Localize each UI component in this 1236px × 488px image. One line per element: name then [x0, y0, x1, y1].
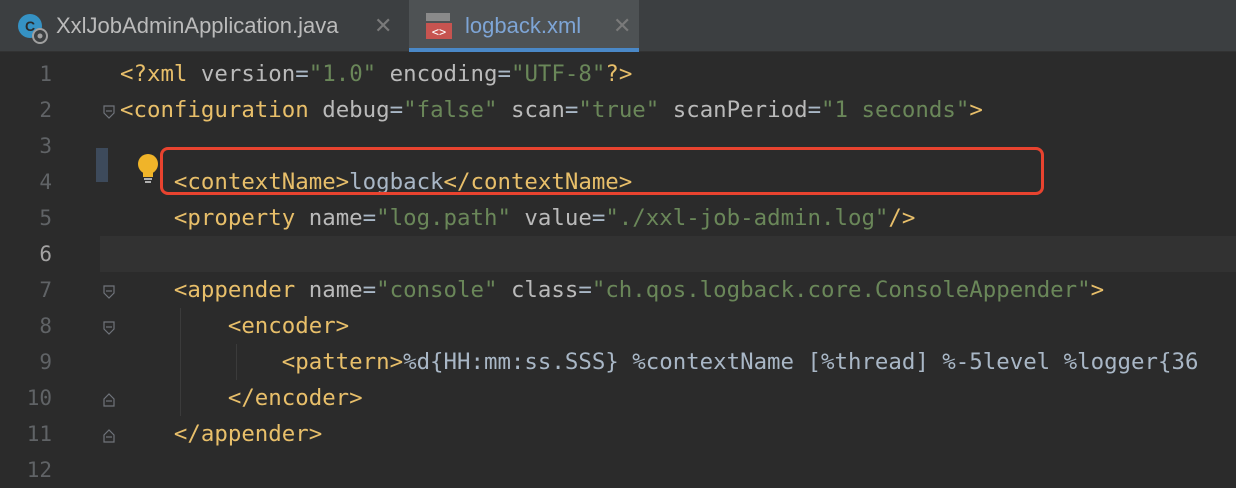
code-token: = [389, 97, 404, 123]
code-token: "./xxl-job-admin.log" [605, 205, 889, 231]
current-line-highlight [100, 236, 1236, 272]
line-number: 8 [39, 314, 52, 338]
code-token: /> [888, 205, 916, 231]
code-token: scan [497, 97, 565, 123]
xml-file-icon: <> [426, 13, 452, 39]
code-token: "console" [376, 277, 498, 303]
line-number: 4 [39, 170, 52, 194]
code-token: </appender> [173, 421, 323, 447]
code-token: "false" [403, 97, 498, 123]
close-icon[interactable]: ✕ [613, 13, 631, 39]
tab-xxljobadminapplication-java[interactable]: C XxlJobAdminApplication.java ✕ [0, 0, 405, 52]
code-token: </encoder> [227, 385, 363, 411]
line-number: 2 [39, 98, 52, 122]
code-token: value [510, 205, 592, 231]
code-line: </encoder> [120, 380, 363, 416]
editor-tab-bar: C XxlJobAdminApplication.java ✕ <> logba… [0, 0, 1236, 52]
fold-start-icon[interactable] [103, 285, 115, 299]
code-token: ?> [605, 61, 633, 87]
code-token: > [969, 97, 983, 123]
code-token: = [497, 61, 511, 87]
line-number: 5 [39, 206, 52, 230]
code-line: <pattern>%d{HH:mm:ss.SSS} %contextName [… [120, 344, 1199, 380]
code-token: <appender [173, 277, 309, 303]
fold-start-icon[interactable] [103, 105, 115, 119]
tab-label: XxlJobAdminApplication.java [56, 13, 339, 38]
code-editor[interactable]: 1 2 3 4 5 6 7 8 9 10 11 12 <?xml version… [0, 52, 1236, 482]
code-token: <property [173, 205, 309, 231]
line-number: 9 [39, 350, 52, 374]
code-token: "ch.qos.logback.core.ConsoleAppender" [591, 277, 1091, 303]
code-token: debug [322, 97, 390, 123]
line-number: 10 [26, 386, 52, 410]
code-line: <?xml version="1.0" encoding="UTF-8"?> [120, 56, 632, 92]
code-token: = [578, 277, 592, 303]
tab-label: logback.xml [465, 13, 582, 38]
lightbulb-icon[interactable] [135, 153, 161, 185]
code-token: scanPeriod [659, 97, 808, 123]
code-token: = [807, 97, 822, 123]
code-token: <?xml [120, 61, 201, 87]
code-token: version [200, 61, 296, 87]
code-token: <configuration [120, 97, 323, 123]
line-number: 7 [39, 278, 52, 302]
fold-start-icon[interactable] [103, 321, 115, 335]
code-line: </appender> [120, 416, 322, 452]
svg-text:<>: <> [432, 25, 446, 39]
code-line: <encoder> [120, 308, 349, 344]
code-token: name [308, 205, 363, 231]
line-number: 6 [39, 242, 52, 266]
code-token: = [295, 61, 309, 87]
line-number: 3 [39, 134, 52, 158]
line-change-marker [96, 148, 108, 182]
code-token: %d{HH:mm:ss.SSS} %contextName [%thread] … [403, 349, 1199, 375]
code-token: <encoder> [227, 313, 350, 339]
code-token: <pattern> [281, 349, 404, 375]
code-token: = [362, 277, 377, 303]
line-number: 1 [39, 62, 52, 86]
line-number: 11 [26, 422, 52, 446]
code-token: = [564, 97, 579, 123]
code-line: <property name="log.path" value="./xxl-j… [120, 200, 915, 236]
code-token: = [362, 205, 377, 231]
code-token: "UTF-8" [510, 61, 606, 87]
code-token: "log.path" [376, 205, 511, 231]
code-line: <appender name="console" class="ch.qos.l… [120, 272, 1104, 308]
code-line: <configuration debug="false" scan="true"… [120, 92, 983, 128]
line-number: 12 [26, 458, 52, 482]
code-token: "true" [578, 97, 660, 123]
code-token: name [308, 277, 363, 303]
fold-end-icon[interactable] [103, 393, 115, 407]
annotation-highlight-box [160, 147, 1044, 195]
code-token: = [591, 205, 606, 231]
code-token: encoding [376, 61, 498, 87]
tab-logback-xml[interactable]: <> logback.xml ✕ [409, 0, 639, 52]
code-token: > [1090, 277, 1105, 303]
code-token: "1 seconds" [821, 97, 970, 123]
code-token: class [497, 277, 579, 303]
code-token: "1.0" [308, 61, 377, 87]
java-class-icon: C [18, 14, 48, 44]
close-icon[interactable]: ✕ [374, 13, 392, 39]
fold-end-icon[interactable] [103, 429, 115, 443]
